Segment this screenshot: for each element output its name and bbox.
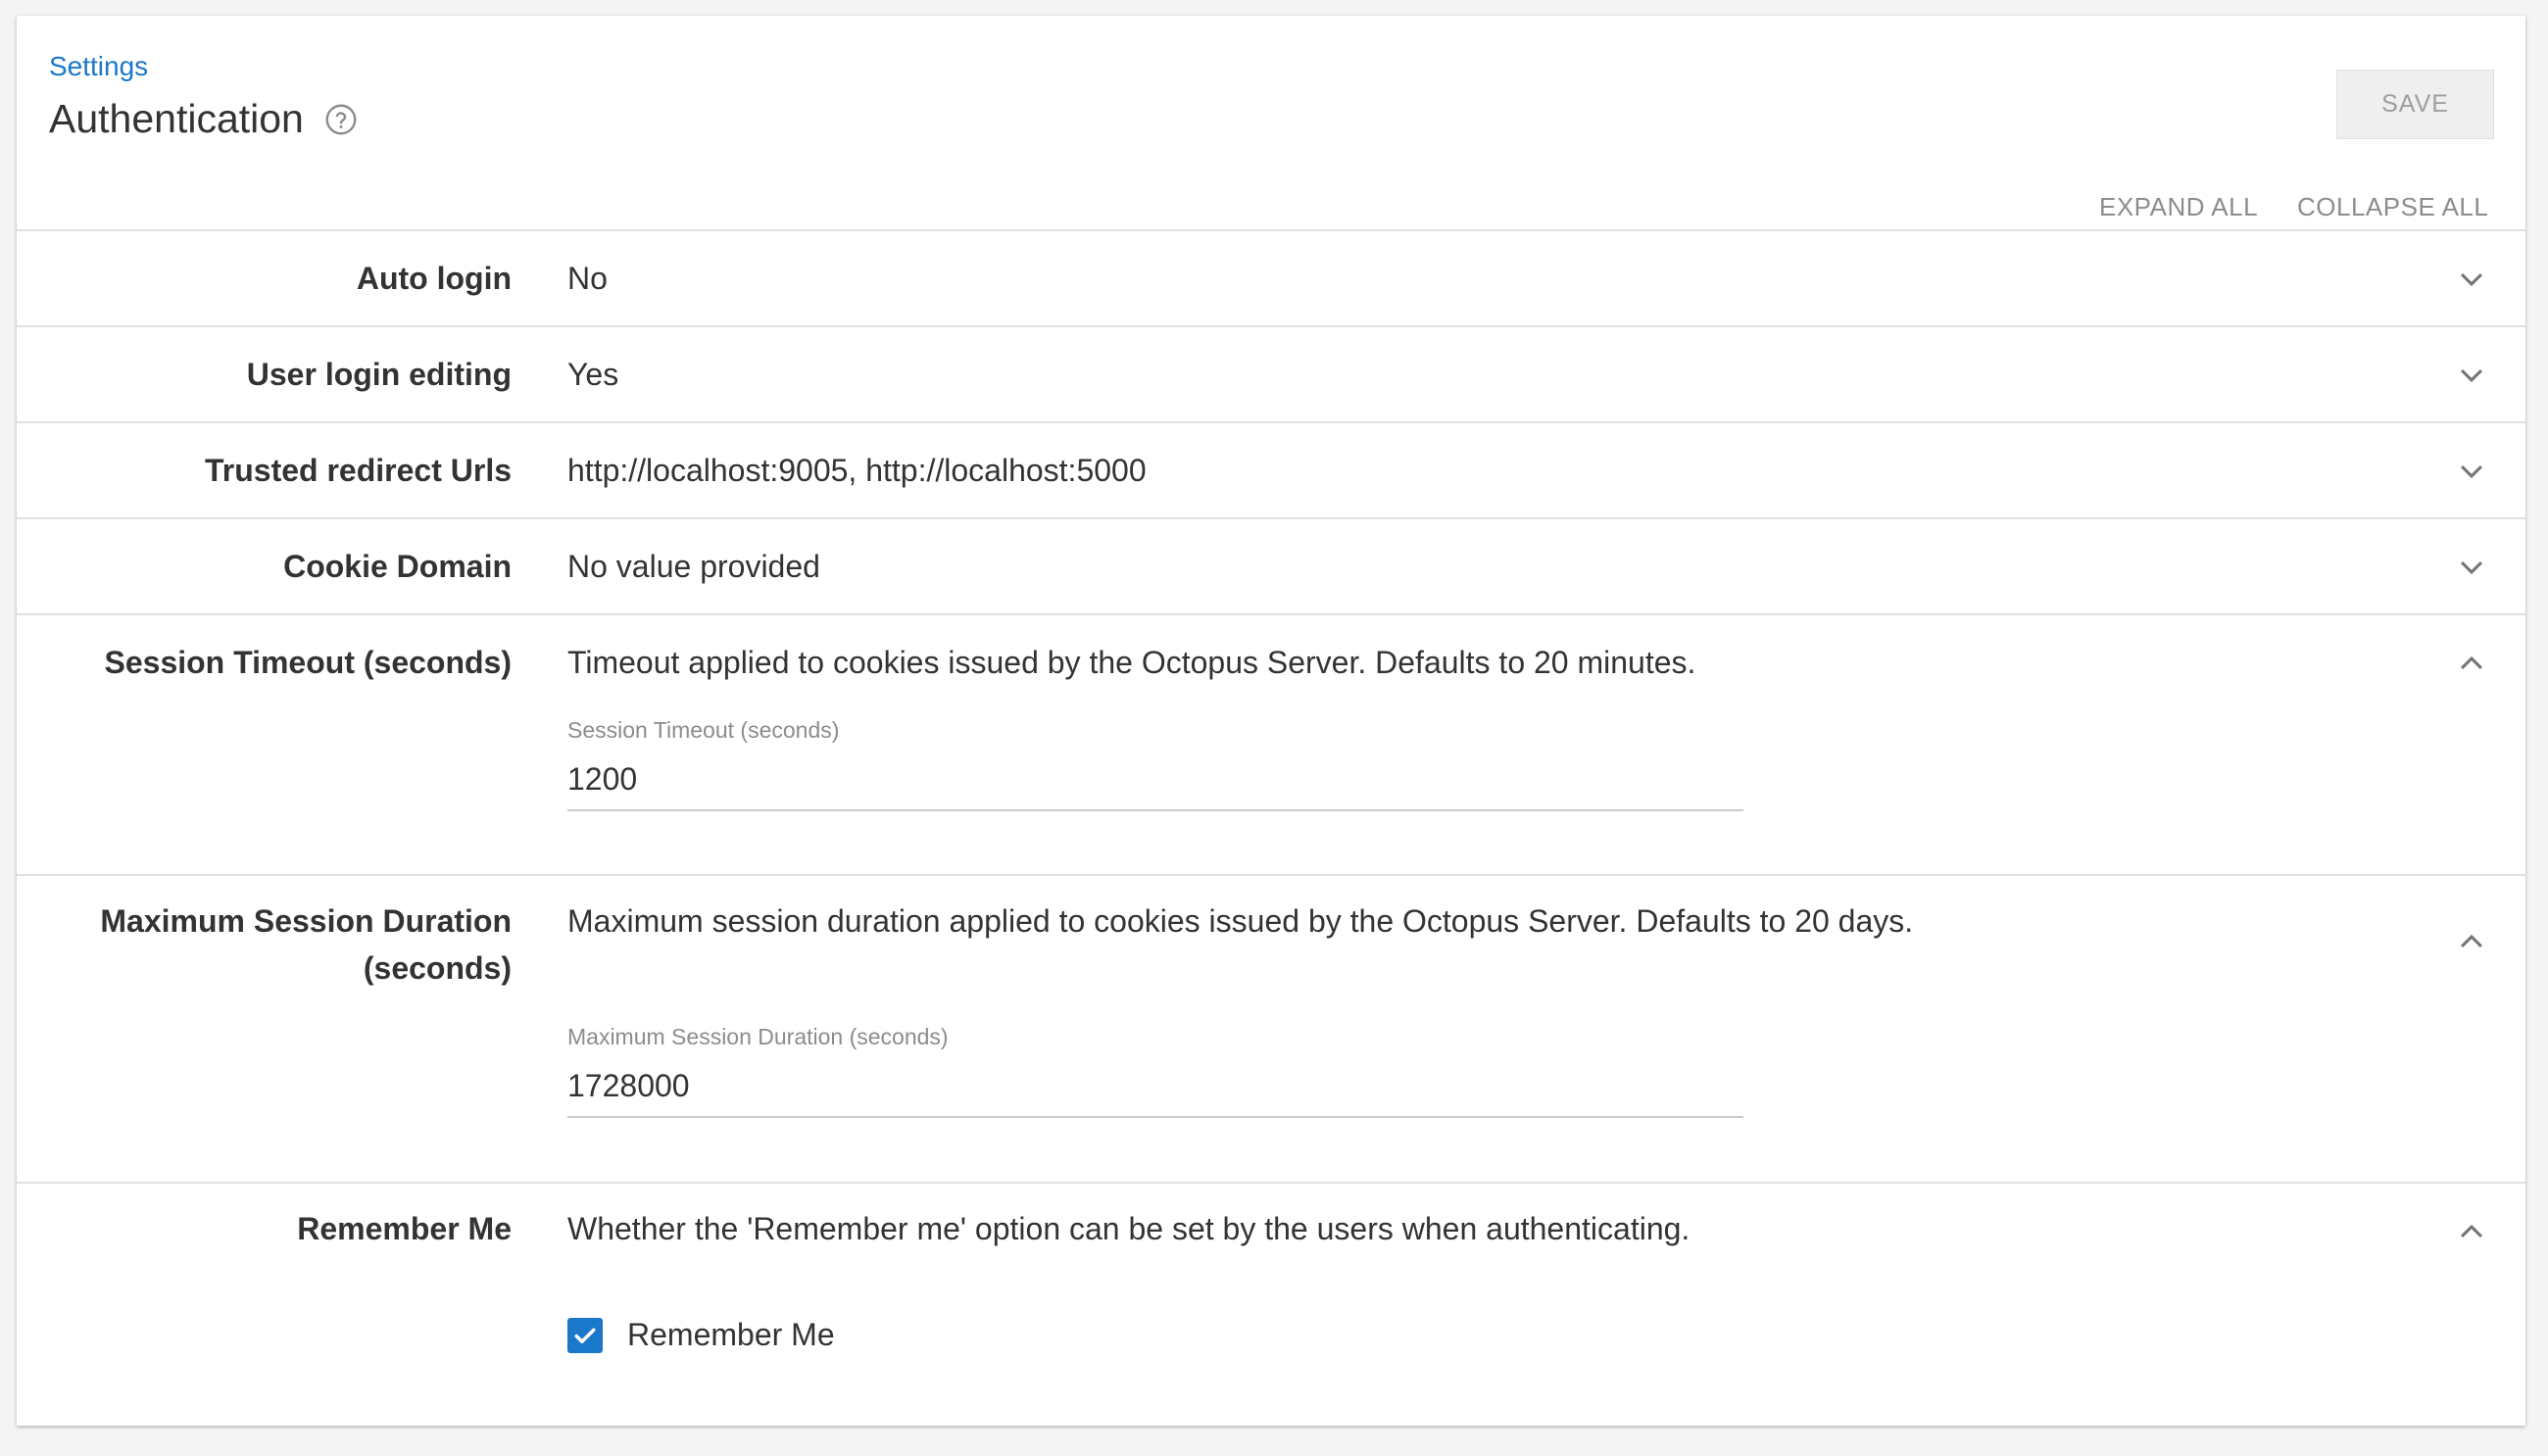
- setting-summary: No value provided: [567, 549, 820, 584]
- remember-me-checkbox[interactable]: [567, 1317, 603, 1353]
- setting-summary: No: [567, 261, 608, 296]
- setting-row-session-timeout: Session Timeout (seconds) Timeout applie…: [17, 615, 2525, 876]
- session-timeout-field: Session Timeout (seconds): [567, 717, 1743, 811]
- maximum-session-duration-field: Maximum Session Duration (seconds): [567, 1024, 1743, 1118]
- setting-row-cookie-domain[interactable]: Cookie Domain No value provided: [17, 519, 2525, 615]
- setting-row-auto-login[interactable]: Auto login No: [17, 231, 2525, 327]
- maximum-session-duration-input[interactable]: [567, 1060, 1743, 1118]
- setting-label: Session Timeout (seconds): [104, 645, 513, 680]
- remember-me-checkbox-control[interactable]: Remember Me: [567, 1317, 835, 1353]
- setting-row-remember-me: Remember Me Whether the 'Remember me' op…: [17, 1184, 2525, 1429]
- save-button[interactable]: SAVE: [2336, 70, 2494, 139]
- expand-all-button[interactable]: EXPAND ALL: [2099, 192, 2258, 222]
- chevron-down-icon[interactable]: [2455, 359, 2488, 392]
- check-icon: [574, 1328, 596, 1343]
- help-icon[interactable]: [323, 102, 359, 137]
- maximum-session-duration-field-label: Maximum Session Duration (seconds): [567, 1024, 949, 1049]
- setting-summary: Timeout applied to cookies issued by the…: [567, 645, 1696, 680]
- setting-row-maximum-session-duration: Maximum Session Duration (seconds) Maxim…: [17, 876, 2525, 1184]
- setting-label: Cookie Domain: [283, 549, 512, 584]
- chevron-up-icon[interactable]: [2455, 1215, 2488, 1248]
- setting-row-user-login-editing[interactable]: User login editing Yes: [17, 327, 2525, 423]
- chevron-down-icon[interactable]: [2455, 263, 2488, 296]
- chevron-down-icon[interactable]: [2455, 455, 2488, 488]
- chevron-down-icon[interactable]: [2455, 551, 2488, 584]
- setting-summary: Whether the 'Remember me' option can be …: [567, 1211, 1690, 1246]
- session-timeout-input[interactable]: [567, 753, 1743, 811]
- settings-card: Settings Authentication SAVE EXPAND ALL …: [17, 16, 2525, 1426]
- setting-summary: Maximum session duration applied to cook…: [567, 903, 1914, 939]
- setting-summary: Yes: [567, 357, 619, 392]
- chevron-up-icon[interactable]: [2455, 925, 2488, 958]
- breadcrumb-settings-link[interactable]: Settings: [49, 51, 148, 82]
- page-title: Authentication: [49, 96, 304, 141]
- setting-label: Maximum Session Duration (seconds): [100, 903, 512, 986]
- setting-label: Auto login: [356, 261, 512, 296]
- chevron-up-icon[interactable]: [2455, 647, 2488, 680]
- setting-row-trusted-redirect-urls[interactable]: Trusted redirect Urls http://localhost:9…: [17, 423, 2525, 519]
- setting-label: Trusted redirect Urls: [205, 453, 512, 488]
- settings-list: Auto login No User login editing Yes Tru…: [17, 229, 2525, 1429]
- page-header: Settings Authentication SAVE EXPAND ALL …: [17, 16, 2525, 229]
- setting-summary: http://localhost:9005, http://localhost:…: [567, 453, 1147, 488]
- setting-label: Remember Me: [297, 1211, 512, 1246]
- setting-label: User login editing: [246, 357, 512, 392]
- session-timeout-field-label: Session Timeout (seconds): [567, 717, 840, 743]
- remember-me-checkbox-label: Remember Me: [627, 1317, 835, 1352]
- collapse-all-button[interactable]: COLLAPSE ALL: [2297, 192, 2488, 222]
